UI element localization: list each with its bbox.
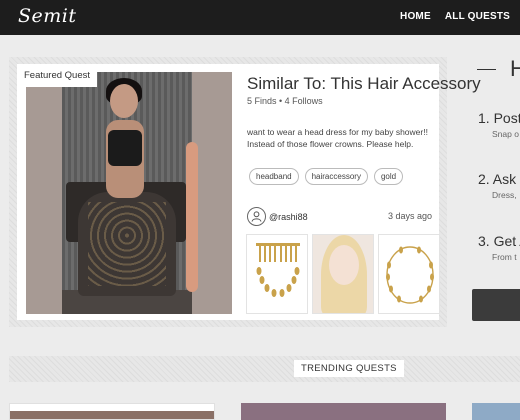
step-title: 1. Post a [478, 110, 520, 126]
how-step: 3. Get A From t [478, 233, 520, 262]
model-face [329, 245, 359, 285]
photo-face [110, 84, 138, 118]
photo-skirt [78, 192, 176, 296]
start-quest-button[interactable] [472, 289, 520, 321]
trending-card[interactable] [9, 403, 215, 420]
author-username[interactable]: @rashi88 [269, 212, 308, 222]
how-it-works-title: H [510, 56, 520, 81]
photo-blouse [108, 130, 142, 166]
step-title: 3. Get A [478, 233, 520, 249]
trending-card[interactable] [472, 403, 520, 420]
heading-dash [477, 68, 496, 70]
quest-tags: headband hairaccessory gold [249, 168, 404, 185]
top-nav-bar: Semit HOME ALL QUESTS [0, 0, 520, 35]
photo-dupatta [186, 142, 198, 292]
tag-pill[interactable]: gold [373, 168, 404, 185]
step-subtitle: Snap o [492, 129, 519, 139]
quest-author[interactable]: @rashi88 [247, 207, 308, 226]
step-title: 2. Ask th [478, 171, 520, 187]
nav-all-quests-link[interactable]: ALL QUESTS [445, 11, 510, 22]
tag-pill[interactable]: headband [249, 168, 299, 185]
tag-pill[interactable]: hairaccessory [304, 168, 368, 185]
step-subtitle: From t [492, 252, 517, 262]
nav-home-link[interactable]: HOME [400, 11, 431, 22]
find-thumbnail[interactable] [246, 234, 308, 314]
trending-divider [9, 356, 520, 382]
featured-quest-photo[interactable] [26, 72, 232, 314]
quest-finds [246, 234, 440, 314]
quest-title[interactable]: Similar To: This Hair Accessory [247, 74, 481, 94]
quest-description: want to wear a head dress for my baby sh… [247, 127, 428, 149]
trending-quests-label: TRENDING QUESTS [294, 360, 404, 377]
trending-card[interactable] [241, 403, 446, 420]
main-nav: HOME ALL QUESTS [400, 11, 510, 22]
how-step: 2. Ask th Dress, [478, 171, 520, 200]
quest-stats: 5 Finds • 4 Follows [247, 96, 323, 106]
find-thumbnail[interactable] [312, 234, 374, 314]
user-avatar-icon [247, 207, 266, 226]
how-it-works-heading: H [477, 56, 520, 82]
step-subtitle: Dress, [492, 190, 517, 200]
card-image [10, 411, 214, 419]
site-logo[interactable]: Semit [18, 5, 77, 27]
find-thumbnail[interactable] [378, 234, 440, 314]
quest-timestamp: 3 days ago [387, 211, 432, 221]
how-step: 1. Post a Snap o [478, 110, 520, 139]
featured-quest-label: Featured Quest [17, 64, 98, 87]
